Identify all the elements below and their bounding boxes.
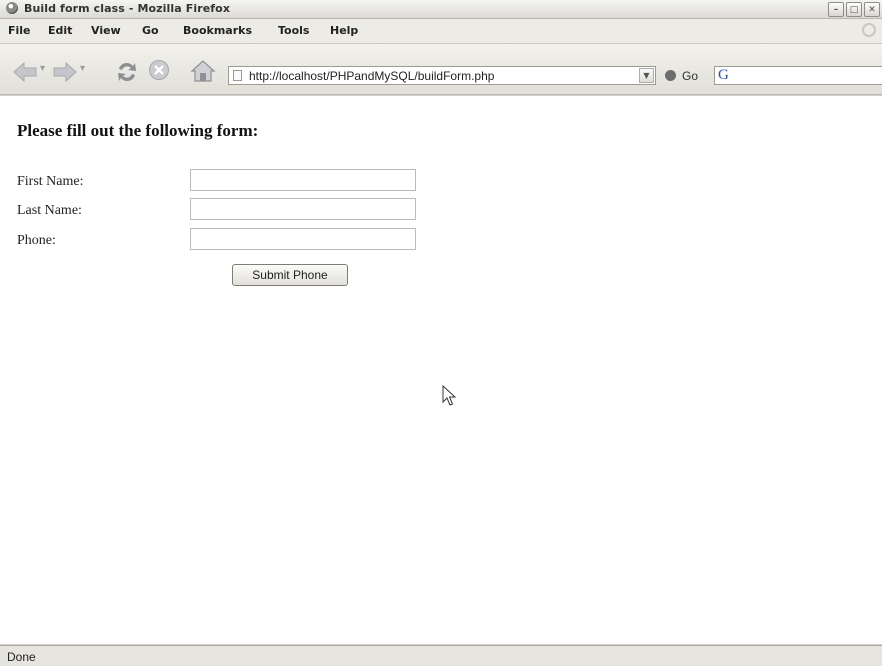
menu-bar: File Edit View Go Bookmarks Tools Help — [0, 19, 882, 44]
url-bar[interactable]: http://localhost/PHPandMySQL/buildForm.p… — [228, 66, 656, 85]
window-title-bar[interactable]: Build form class - Mozilla Firefox – □ ✕ — [0, 0, 882, 19]
search-engine-icon[interactable]: G — [718, 67, 729, 84]
status-text: Done — [7, 650, 36, 664]
page-icon — [233, 70, 242, 81]
close-button[interactable]: ✕ — [864, 2, 880, 17]
last-name-input[interactable] — [190, 198, 416, 220]
back-button[interactable] — [12, 61, 38, 83]
url-text[interactable]: http://localhost/PHPandMySQL/buildForm.p… — [249, 69, 494, 83]
reload-button[interactable] — [114, 59, 140, 85]
maximize-button[interactable]: □ — [846, 2, 862, 17]
home-icon — [190, 60, 216, 82]
page-heading: Please fill out the following form: — [17, 121, 259, 140]
throbber-icon — [862, 23, 876, 37]
firefox-icon — [6, 2, 18, 14]
first-name-label: First Name: — [17, 174, 84, 189]
phone-row: Phone: — [17, 228, 437, 252]
phone-input[interactable] — [190, 228, 416, 250]
page-content: Please fill out the following form: Firs… — [0, 96, 882, 644]
forward-button[interactable] — [52, 61, 78, 83]
window-title: Build form class - Mozilla Firefox — [24, 2, 231, 15]
menu-help[interactable]: Help — [330, 24, 358, 37]
forward-icon — [53, 61, 77, 83]
url-dropdown-button[interactable]: ▼ — [639, 68, 654, 83]
menu-view[interactable]: View — [91, 24, 121, 37]
menu-bookmarks[interactable]: Bookmarks — [183, 24, 252, 37]
menu-go[interactable]: Go — [142, 24, 159, 37]
navigation-toolbar: ▾ ▾ http://localhost/PHPandMySQL/buildFo… — [0, 44, 882, 95]
back-icon — [13, 61, 37, 83]
last-name-row: Last Name: — [17, 198, 437, 222]
status-bar: Done — [0, 645, 882, 666]
stop-icon — [149, 60, 169, 80]
stop-button[interactable] — [148, 59, 170, 81]
back-dropdown-icon[interactable]: ▾ — [40, 63, 45, 74]
menu-edit[interactable]: Edit — [48, 24, 72, 37]
phone-label: Phone: — [17, 233, 56, 248]
first-name-input[interactable] — [190, 169, 416, 191]
go-button[interactable]: Go — [682, 69, 698, 83]
menu-file[interactable]: File — [8, 24, 31, 37]
submit-phone-button[interactable]: Submit Phone — [232, 264, 348, 286]
search-bar[interactable]: G — [714, 66, 882, 85]
home-button[interactable] — [190, 58, 216, 84]
window-controls: – □ ✕ — [828, 2, 880, 17]
reload-icon — [118, 62, 136, 82]
go-icon[interactable] — [665, 70, 676, 81]
pointer-cursor-icon — [442, 385, 456, 406]
forward-dropdown-icon[interactable]: ▾ — [80, 63, 85, 74]
minimize-button[interactable]: – — [828, 2, 844, 17]
menu-tools[interactable]: Tools — [278, 24, 309, 37]
last-name-label: Last Name: — [17, 203, 82, 218]
first-name-row: First Name: — [17, 169, 437, 193]
